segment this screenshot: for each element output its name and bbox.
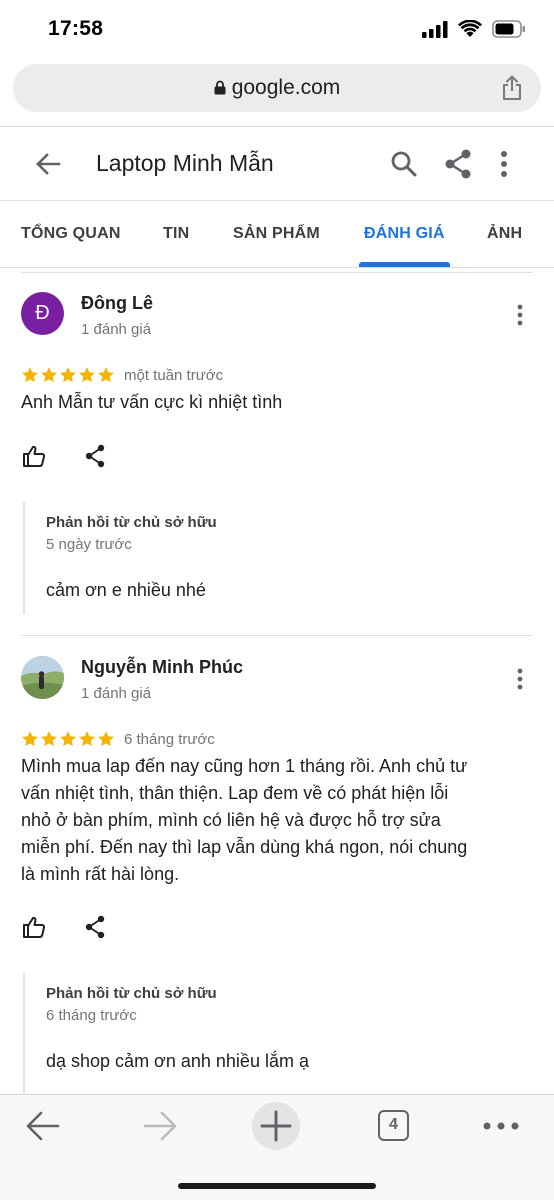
tab-bar: TỔNG QUAN TIN SẢN PHẨM ĐÁNH GIÁ ẢNH bbox=[0, 202, 554, 268]
wifi-icon bbox=[458, 19, 482, 43]
star-icon bbox=[22, 367, 38, 383]
star-icon bbox=[98, 367, 114, 383]
review-text-line: miễn phí. Đến nay thì lap vẫn dùng khá n… bbox=[21, 837, 468, 857]
cellular-signal-icon bbox=[422, 20, 448, 43]
share-review-icon[interactable] bbox=[84, 915, 106, 944]
reviews-list: Đ Đông Lê 1 đánh giá một tuần trước Anh … bbox=[0, 268, 554, 1094]
star-icon bbox=[22, 731, 38, 747]
review-text: Anh Mẫn tư vấn cực kì nhiệt tình bbox=[21, 392, 283, 412]
review-more-options-icon[interactable] bbox=[516, 668, 524, 695]
toolbar-divider bbox=[0, 126, 554, 127]
reply-title: Phản hồi từ chủ sở hữu bbox=[46, 514, 217, 531]
new-tab-button[interactable] bbox=[252, 1102, 300, 1150]
status-time: 17:58 bbox=[48, 17, 104, 40]
url-display[interactable]: google.com bbox=[13, 76, 541, 101]
star-icon bbox=[41, 731, 57, 747]
star-icon bbox=[79, 731, 95, 747]
browser-toolbar: 4 bbox=[0, 1094, 554, 1200]
owner-reply: Phản hồi từ chủ sở hữu 5 ngày trước cảm … bbox=[23, 502, 503, 614]
url-text: google.com bbox=[231, 76, 341, 99]
tab-reviews[interactable]: ĐÁNH GIÁ bbox=[364, 225, 445, 243]
review-text-line: vấn nhiệt tình, thân thiện. Lap đem về c… bbox=[21, 783, 449, 803]
owner-reply: Phản hồi từ chủ sở hữu 6 tháng trước dạ … bbox=[23, 973, 503, 1094]
active-tab-indicator bbox=[359, 262, 450, 267]
share-page-icon[interactable] bbox=[501, 75, 523, 106]
status-icons bbox=[422, 19, 526, 43]
back-arrow-icon[interactable] bbox=[34, 150, 62, 183]
review-count: 1 đánh giá bbox=[81, 321, 152, 338]
star-icon bbox=[98, 731, 114, 747]
battery-icon bbox=[492, 20, 526, 43]
star-icon bbox=[79, 367, 95, 383]
page-title: Laptop Minh Mẫn bbox=[96, 150, 274, 176]
review-text-line: nhỏ ở bàn phím, mình có liên hệ và được … bbox=[21, 810, 441, 830]
review-text-line: Mình mua lap đến nay cũng hơn 1 tháng rồ… bbox=[21, 756, 468, 776]
tab-products[interactable]: SẢN PHẨM bbox=[233, 225, 320, 243]
star-icon bbox=[41, 367, 57, 383]
header-divider bbox=[0, 200, 554, 201]
more-menu-icon[interactable] bbox=[483, 1118, 519, 1136]
reply-text: dạ shop cảm ơn anh nhiều lắm ạ bbox=[46, 1051, 309, 1071]
share-icon[interactable] bbox=[444, 149, 472, 184]
review-count: 1 đánh giá bbox=[81, 685, 152, 702]
tab-overview[interactable]: TỔNG QUAN bbox=[21, 225, 121, 243]
tab-photos[interactable]: ẢNH bbox=[487, 225, 522, 243]
review-date: 6 tháng trước bbox=[124, 731, 215, 748]
review-date: một tuần trước bbox=[124, 367, 224, 384]
thumbs-up-icon[interactable] bbox=[22, 915, 46, 944]
star-icon bbox=[60, 367, 76, 383]
review-text: Mình mua lap đến nay cũng hơn 1 tháng rồ… bbox=[21, 753, 496, 888]
review-divider bbox=[21, 635, 533, 636]
address-bar[interactable]: google.com bbox=[13, 64, 541, 112]
thumbs-up-icon[interactable] bbox=[22, 444, 46, 473]
reviewer-name[interactable]: Đông Lê bbox=[81, 293, 153, 314]
reply-date: 6 tháng trước bbox=[46, 1007, 137, 1024]
lock-icon bbox=[214, 77, 226, 101]
avatar[interactable] bbox=[21, 656, 64, 699]
star-rating bbox=[21, 366, 115, 384]
avatar[interactable]: Đ bbox=[21, 292, 64, 335]
plus-icon bbox=[260, 1110, 292, 1142]
reply-title: Phản hồi từ chủ sở hữu bbox=[46, 985, 217, 1002]
review-more-options-icon[interactable] bbox=[516, 304, 524, 331]
reply-text: cảm ơn e nhiều nhé bbox=[46, 580, 206, 600]
review-divider bbox=[21, 272, 533, 273]
tab-news[interactable]: TIN bbox=[163, 225, 189, 243]
status-bar: 17:58 bbox=[0, 0, 554, 58]
avatar-photo-icon bbox=[21, 656, 64, 699]
tab-switcher-button[interactable]: 4 bbox=[378, 1110, 409, 1141]
share-review-icon[interactable] bbox=[84, 444, 106, 473]
search-icon[interactable] bbox=[390, 150, 418, 183]
reviewer-name[interactable]: Nguyễn Minh Phúc bbox=[81, 657, 243, 678]
star-rating bbox=[21, 730, 115, 748]
more-options-icon[interactable] bbox=[500, 150, 508, 183]
browser-forward-icon[interactable] bbox=[142, 1109, 178, 1148]
review-text-line: là mình rất hài lòng. bbox=[21, 864, 180, 884]
reply-date: 5 ngày trước bbox=[46, 536, 132, 553]
app-header: Laptop Minh Mẫn bbox=[0, 128, 554, 200]
star-icon bbox=[60, 731, 76, 747]
home-indicator[interactable] bbox=[178, 1183, 376, 1189]
browser-back-icon[interactable] bbox=[25, 1109, 61, 1148]
